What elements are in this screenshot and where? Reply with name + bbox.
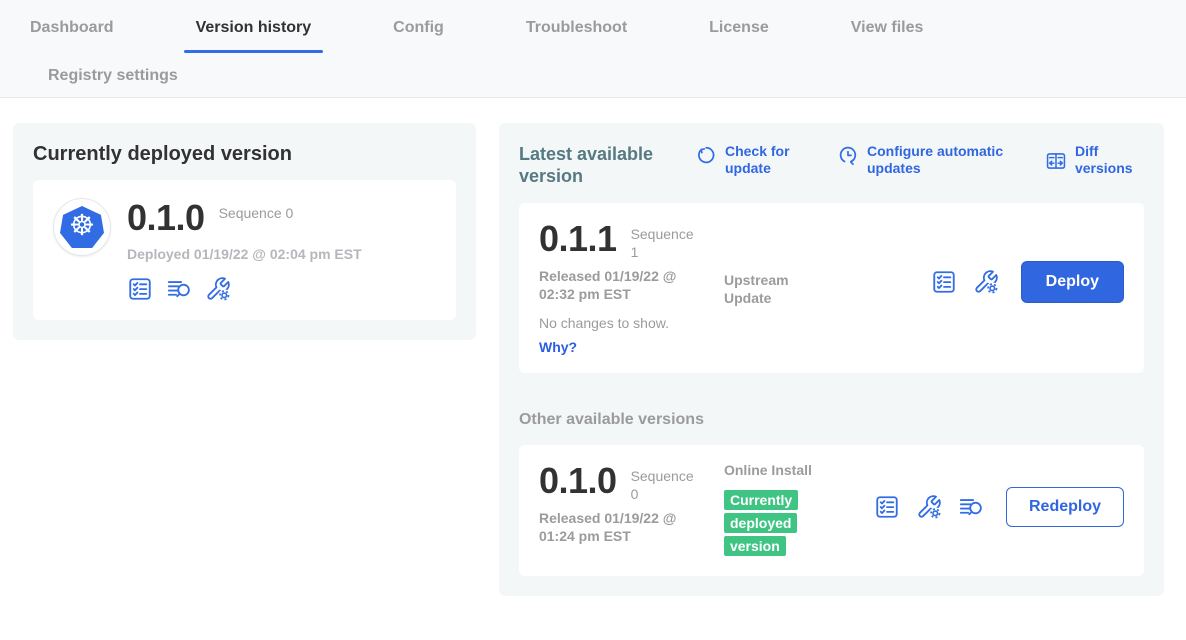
other-actions-column: Redeploy (874, 461, 1124, 527)
main-content: Currently deployed version ☸ 0.1.0 Seque… (0, 98, 1186, 596)
other-source-column: Online Install Currently deployed versio… (724, 461, 874, 558)
edit-config-icon[interactable] (973, 269, 999, 295)
edit-config-icon[interactable] (916, 494, 942, 520)
configure-automatic-updates-link[interactable]: Configure automatic updates (837, 143, 1005, 177)
deployed-timestamp: Deployed 01/19/22 @ 02:04 pm EST (127, 246, 362, 262)
other-version-number: 0.1.0 (539, 461, 617, 501)
nav-row-secondary: Registry settings (26, 55, 1186, 97)
latest-available-title: Latest available version (519, 143, 669, 187)
tab-version-history[interactable]: Version history (192, 19, 316, 37)
update-actions: Check for update Configure automatic upd… (695, 143, 1144, 177)
deployed-version-details: 0.1.0 Sequence 0 Deployed 01/19/22 @ 02:… (127, 198, 362, 302)
tab-config[interactable]: Config (389, 19, 448, 37)
other-version-details: 0.1.0 Sequence 0 Released 01/19/22 @ 01:… (539, 461, 724, 558)
diff-versions-label: Diff versions (1075, 143, 1144, 177)
why-link[interactable]: Why? (539, 339, 724, 355)
other-version-card: 0.1.0 Sequence 0 Released 01/19/22 @ 01:… (519, 445, 1144, 576)
preflight-checklist-icon[interactable] (931, 269, 957, 295)
preflight-checklist-icon[interactable] (127, 276, 153, 302)
latest-source-column: Upstream Update (724, 219, 874, 355)
tab-registry-settings[interactable]: Registry settings (44, 67, 182, 85)
configure-automatic-updates-label: Configure automatic updates (867, 143, 1005, 177)
tab-dashboard[interactable]: Dashboard (26, 19, 118, 37)
diff-versions-link[interactable]: Diff versions (1045, 143, 1144, 177)
nav-row-primary: Dashboard Version history Config Trouble… (26, 0, 1186, 55)
kubernetes-wheel-icon: ☸ (69, 212, 95, 241)
view-logs-icon[interactable] (166, 276, 192, 302)
diff-versions-icon (1045, 150, 1067, 172)
other-sequence-label: Sequence 0 (631, 467, 701, 503)
deployed-version-card: ☸ 0.1.0 Sequence 0 Deployed 01/19/22 @ 0… (33, 180, 456, 320)
preflight-checklist-icon[interactable] (874, 494, 900, 520)
deployed-version-number: 0.1.0 (127, 198, 205, 238)
currently-deployed-title: Currently deployed version (33, 143, 456, 166)
other-released-timestamp: Released 01/19/22 @ 01:24 pm EST (539, 509, 711, 545)
kubernetes-logo: ☸ (53, 198, 111, 256)
refresh-icon (695, 144, 717, 166)
tab-license[interactable]: License (705, 19, 773, 37)
top-navigation: Dashboard Version history Config Trouble… (0, 0, 1186, 98)
latest-actions-column: Deploy (874, 219, 1124, 303)
currently-deployed-panel: Currently deployed version ☸ 0.1.0 Seque… (13, 123, 476, 340)
tab-troubleshoot[interactable]: Troubleshoot (522, 19, 631, 37)
check-for-update-label: Check for update (725, 143, 797, 177)
check-for-update-link[interactable]: Check for update (695, 143, 797, 177)
no-changes-note: No changes to show. (539, 315, 724, 331)
other-available-versions-title: Other available versions (519, 411, 1144, 429)
auto-update-clock-icon (837, 144, 859, 166)
latest-source-label: Upstream Update (724, 271, 814, 307)
latest-released-timestamp: Released 01/19/22 @ 02:32 pm EST (539, 267, 711, 303)
latest-version-card: 0.1.1 Sequence 1 Released 01/19/22 @ 02:… (519, 203, 1144, 373)
redeploy-button[interactable]: Redeploy (1006, 487, 1124, 527)
latest-version-number: 0.1.1 (539, 219, 617, 259)
latest-version-details: 0.1.1 Sequence 1 Released 01/19/22 @ 02:… (539, 219, 724, 355)
edit-config-icon[interactable] (205, 276, 231, 302)
other-source-label: Online Install (724, 461, 814, 479)
updates-header: Latest available version Check for updat… (519, 143, 1144, 187)
tab-view-files[interactable]: View files (847, 19, 928, 37)
view-logs-icon[interactable] (958, 494, 984, 520)
available-updates-panel: Latest available version Check for updat… (499, 123, 1164, 596)
latest-sequence-label: Sequence 1 (631, 225, 701, 261)
deploy-button[interactable]: Deploy (1021, 261, 1124, 303)
currently-deployed-badge: Currently deployed version (724, 490, 798, 556)
deployed-sequence-label: Sequence 0 (219, 204, 294, 222)
kubernetes-heptagon: ☸ (60, 206, 104, 248)
